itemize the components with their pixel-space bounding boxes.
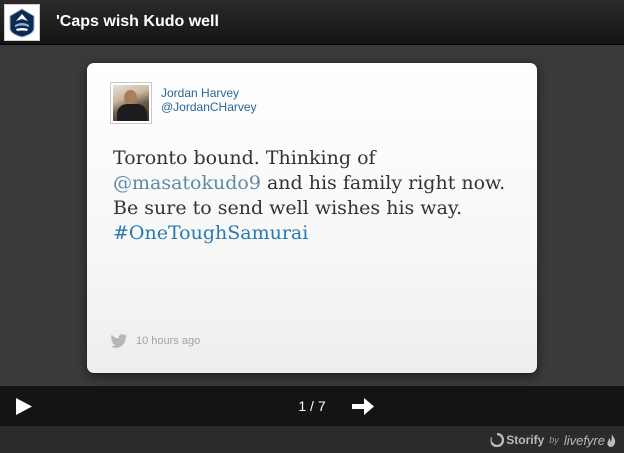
- slide-counter: 1 / 7: [298, 398, 326, 414]
- author-name[interactable]: Jordan Harvey: [161, 86, 239, 100]
- tweet-footer: 10 hours ago: [110, 332, 200, 350]
- whitecaps-crest-icon[interactable]: [4, 4, 40, 41]
- slide-stage: Jordan Harvey @JordanCHarvey Toronto bou…: [0, 46, 624, 386]
- powered-by[interactable]: Storify by livefyre: [490, 432, 616, 448]
- mention-link[interactable]: @masatokudo9: [113, 172, 261, 194]
- twitter-bird-icon[interactable]: [110, 333, 128, 349]
- storify-logo-icon: [490, 433, 505, 447]
- next-arrow-icon[interactable]: [352, 398, 374, 415]
- livefyre-flame-icon: [607, 433, 616, 447]
- tweet-text: Toronto bound. Thinking of @masatokudo9 …: [113, 146, 523, 246]
- tweet-card: Jordan Harvey @JordanCHarvey Toronto bou…: [87, 63, 537, 373]
- header-bar: 'Caps wish Kudo well: [0, 0, 624, 45]
- story-title: 'Caps wish Kudo well: [56, 13, 219, 30]
- tweet-text-part1: Toronto bound. Thinking of: [113, 147, 376, 169]
- by-label: by: [549, 435, 559, 445]
- storify-label: Storify: [506, 433, 545, 447]
- avatar[interactable]: [110, 82, 152, 124]
- timestamp[interactable]: 10 hours ago: [136, 335, 200, 347]
- hashtag-link[interactable]: #OneToughSamurai: [113, 222, 308, 244]
- credits-bar: Storify by livefyre: [0, 426, 624, 453]
- livefyre-label: livefyre: [563, 432, 605, 448]
- slideshow-controls: 1 / 7: [0, 386, 624, 426]
- play-icon[interactable]: [15, 398, 33, 415]
- avatar-photo: [113, 85, 149, 121]
- author-handle[interactable]: @JordanCHarvey: [161, 100, 257, 114]
